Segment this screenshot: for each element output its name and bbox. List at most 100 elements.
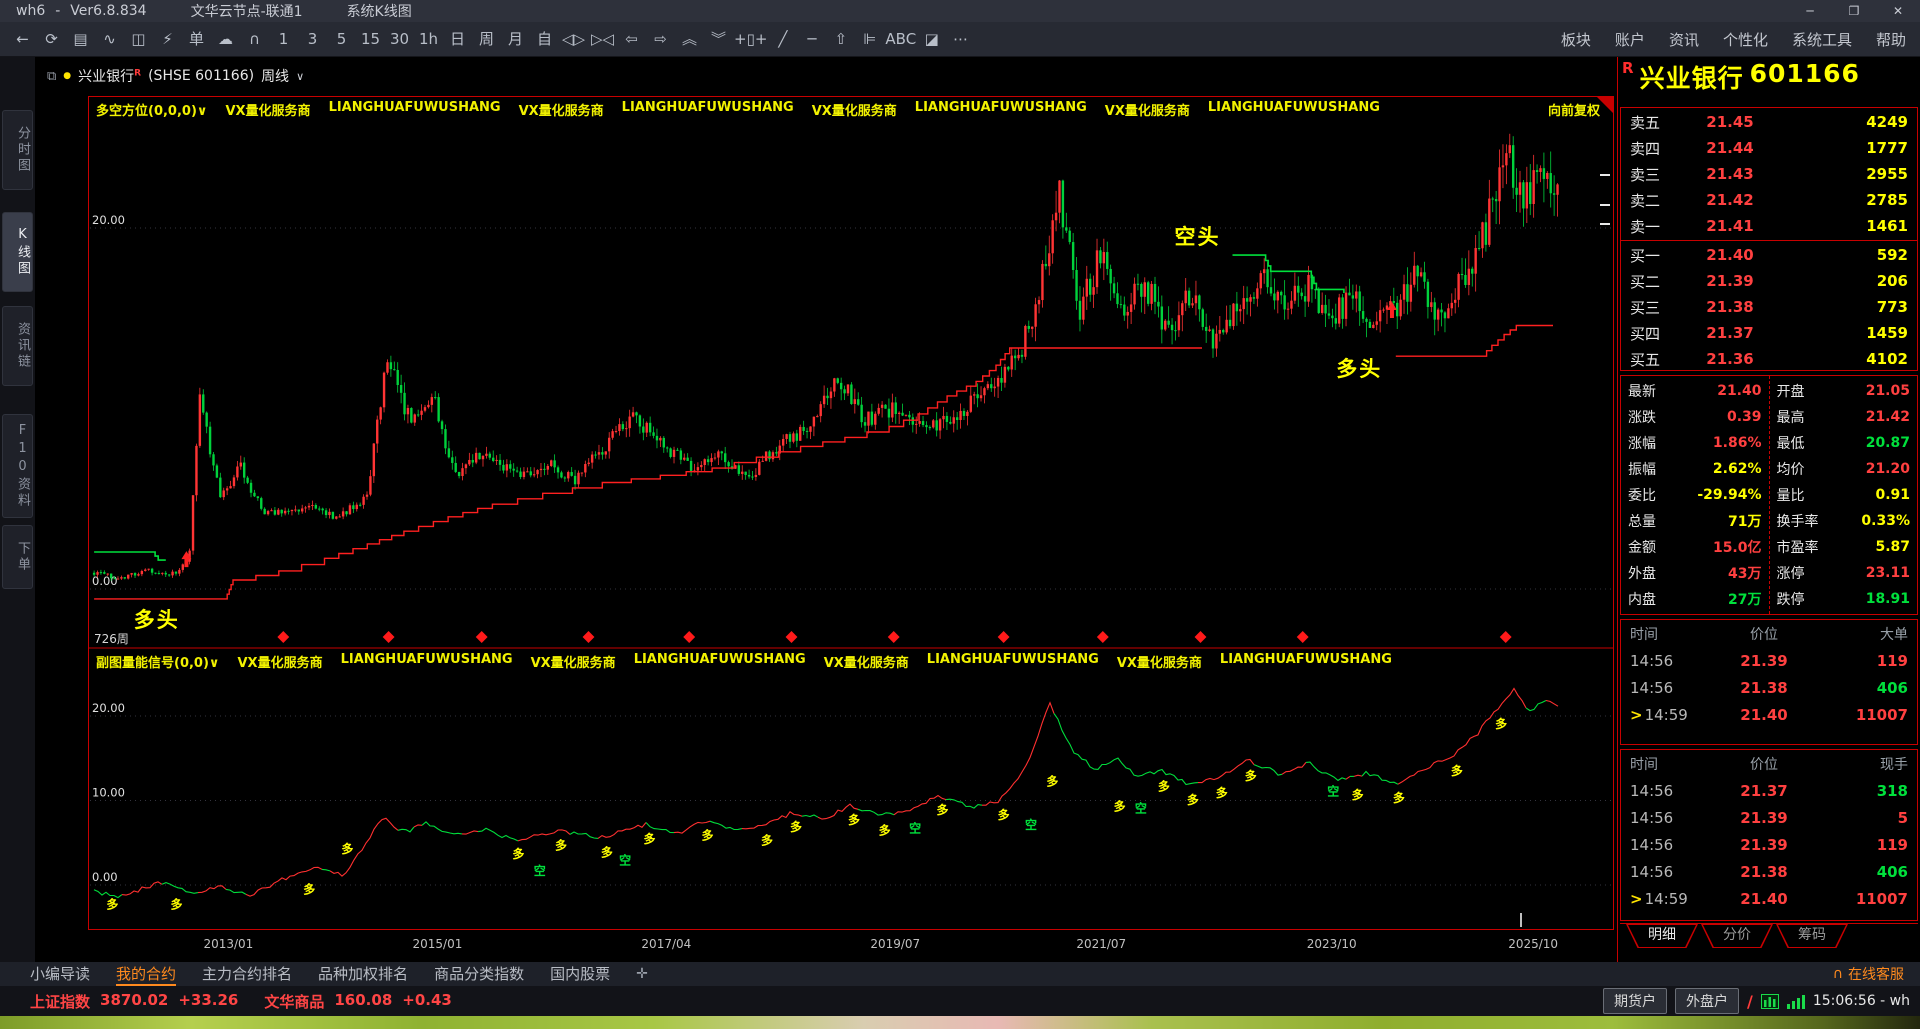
col-vol: 现手 <box>1880 756 1908 773</box>
x-tick-label: 2025/10 <box>1508 937 1558 951</box>
order-icon[interactable]: 单 <box>182 22 211 56</box>
maximize-button[interactable]: ❐ <box>1832 0 1876 22</box>
sidebar-item-news-chain[interactable]: 资讯链 <box>2 306 33 386</box>
bid-row[interactable]: 买五 21.36 4102 <box>1621 346 1917 372</box>
bid-row[interactable]: 买四 21.37 1459 <box>1621 320 1917 346</box>
sidebar-item-kline[interactable]: K线图 <box>2 212 33 292</box>
period-1min[interactable]: 1 <box>269 22 298 56</box>
menu-account[interactable]: 账户 <box>1615 29 1645 50</box>
stat-row: 金额 15.0亿 <box>1628 540 1762 556</box>
bull-signal-label: 多 <box>790 819 802 834</box>
bull-signal-label: 多 <box>702 827 714 842</box>
period-5min[interactable]: 5 <box>327 22 356 56</box>
price-marker-dash <box>1600 174 1610 176</box>
detail-tab-1[interactable]: 分价 <box>1701 924 1773 948</box>
measure-icon[interactable]: ⊫ <box>855 22 884 56</box>
bull-signal-label: 多 <box>937 802 949 817</box>
quote-panel: R 兴业银行 601166 卖五 21.45 4249 卖四 21.44 1777 卖三 21… <box>1617 57 1920 962</box>
more-tools-icon[interactable]: ⋯ <box>946 22 975 56</box>
arrow-mark-icon[interactable]: ⇧ <box>826 22 855 56</box>
menu-sectors[interactable]: 板块 <box>1561 29 1591 50</box>
bid-row[interactable]: 买二 21.39 206 <box>1621 268 1917 294</box>
big-order-table: 时间 价位 大单 14:56 21.39 119 14:56 21.38 406 >14:5… <box>1620 619 1918 745</box>
sub-signal-line <box>197 885 227 894</box>
tab-domestic-stocks[interactable]: 国内股票 <box>550 962 610 986</box>
tab-editor-guide[interactable]: 小编导读 <box>30 962 90 986</box>
report-icon[interactable]: ▤ <box>66 22 95 56</box>
alert-icon[interactable]: ∩ <box>240 22 269 56</box>
sub-signal-line <box>801 814 819 818</box>
bull-signal-label: 多 <box>879 822 891 837</box>
restricted-marker: R <box>1622 59 1634 77</box>
bid-row[interactable]: 买三 21.38 773 <box>1621 294 1917 320</box>
period-30min[interactable]: 30 <box>385 22 414 56</box>
tab-weighted-rank[interactable]: 品种加权排名 <box>318 962 408 986</box>
detail-tab-0[interactable]: 明细 <box>1626 924 1698 948</box>
tab-my-contracts[interactable]: 我的合约 <box>116 962 177 986</box>
bear-resistance-line <box>1232 254 1345 293</box>
kline-chart[interactable]: 20.000.0020.0010.000.00726周多头空头多头多 多多多 多多多… <box>88 96 1614 962</box>
bull-signal-label: 多 <box>555 838 567 853</box>
close-button[interactable]: ✕ <box>1876 0 1920 22</box>
kline-icon[interactable]: ◫ <box>124 22 153 56</box>
cloud-trade-icon[interactable]: ☁ <box>211 22 240 56</box>
bull-signal-label: 多 <box>1393 790 1405 805</box>
chevron-down-icon[interactable]: ∨ <box>296 70 304 83</box>
back-icon[interactable]: ← <box>8 22 37 56</box>
external-account-button[interactable]: 外盘户 <box>1675 988 1739 1014</box>
price-adjust-mode[interactable]: 向前复权 <box>1548 100 1600 119</box>
sidebar-item-f10[interactable]: F10资料 <box>2 414 33 518</box>
time-line-icon[interactable]: ∿ <box>95 22 124 56</box>
stat-row: 最新 21.40 <box>1628 383 1762 400</box>
page-right-icon[interactable]: ⇨ <box>646 22 675 56</box>
tab-commodity-index[interactable]: 商品分类指数 <box>434 962 524 986</box>
horizontal-line-icon[interactable]: ─ <box>797 22 826 56</box>
period-month[interactable]: 月 <box>501 22 530 56</box>
add-tab-button[interactable]: ✛ <box>636 966 648 982</box>
scale-down-icon[interactable]: ︾ <box>704 22 733 56</box>
detail-tab-2[interactable]: 筹码 <box>1776 924 1848 948</box>
period-3min[interactable]: 3 <box>298 22 327 56</box>
eraser-icon[interactable]: ◪ <box>917 22 946 56</box>
sub-signal-line <box>461 830 479 835</box>
ask-row[interactable]: 卖二 21.42 2785 <box>1621 187 1917 213</box>
ask-row[interactable]: 卖五 21.45 4249 <box>1621 109 1917 135</box>
period-week[interactable]: 周 <box>472 22 501 56</box>
ask-row[interactable]: 卖一 21.41 1461 <box>1621 213 1917 239</box>
period-1h[interactable]: 1h <box>414 22 443 56</box>
zoom-out-icon[interactable]: ◁▷ <box>559 22 588 56</box>
title-separator: - <box>55 3 61 19</box>
ask-row[interactable]: 卖三 21.43 2955 <box>1621 161 1917 187</box>
kline-chart-area[interactable]: 20.00 0.00 20.00 10.00 0.00 726周 多头 空头 多头多多多多多多多… <box>88 96 1614 962</box>
futures-account-button[interactable]: 期货户 <box>1603 988 1667 1014</box>
online-service-button[interactable]: ∩ 在线客服 <box>1833 964 1904 984</box>
minimize-button[interactable]: ─ <box>1788 0 1832 22</box>
page-left-icon[interactable]: ⇦ <box>617 22 646 56</box>
status-bar: 上证指数 3870.02 +33.26 文华商品 160.08 +0.43 期货户 外盘户 / 1… <box>0 986 1920 1016</box>
period-custom[interactable]: 自 <box>530 22 559 56</box>
bid-row[interactable]: 买一 21.40 592 <box>1621 242 1917 268</box>
stat-row: 量比 0.91 <box>1776 487 1911 504</box>
headset-icon: ∩ <box>1832 966 1843 982</box>
sidebar-item-order[interactable]: 下单 <box>2 525 33 589</box>
menu-system-tools[interactable]: 系统工具 <box>1792 29 1852 50</box>
tab-main-contract-rank[interactable]: 主力合约排名 <box>202 962 292 986</box>
ask-row[interactable]: 卖四 21.44 1777 <box>1621 135 1917 161</box>
scale-up-icon[interactable]: ︽ <box>675 22 704 56</box>
menu-help[interactable]: 帮助 <box>1876 29 1906 50</box>
text-label-icon[interactable]: ABC <box>884 22 917 56</box>
period-15min[interactable]: 15 <box>356 22 385 56</box>
trend-line-icon[interactable]: ╱ <box>768 22 797 56</box>
x-tick-label: 2019/07 <box>870 937 920 951</box>
zoom-in-icon[interactable]: ▷◁ <box>588 22 617 56</box>
sidebar-item-time-chart[interactable]: 分时图 <box>2 110 33 190</box>
insert-indicator-icon[interactable]: +▯+ <box>733 22 768 56</box>
period-label[interactable]: 周线 <box>261 66 289 86</box>
tick-icon[interactable]: ⚡ <box>153 22 182 56</box>
menu-news[interactable]: 资讯 <box>1669 29 1699 50</box>
chart-tab[interactable]: ⧉ ● 兴业银行R (SHSE 601166) 周线 ∨ <box>35 61 304 91</box>
menu-personalize[interactable]: 个性化 <box>1723 29 1768 50</box>
bull-signal-label: 多 <box>106 897 118 912</box>
period-day[interactable]: 日 <box>443 22 472 56</box>
refresh-icon[interactable]: ⟳ <box>37 22 66 56</box>
